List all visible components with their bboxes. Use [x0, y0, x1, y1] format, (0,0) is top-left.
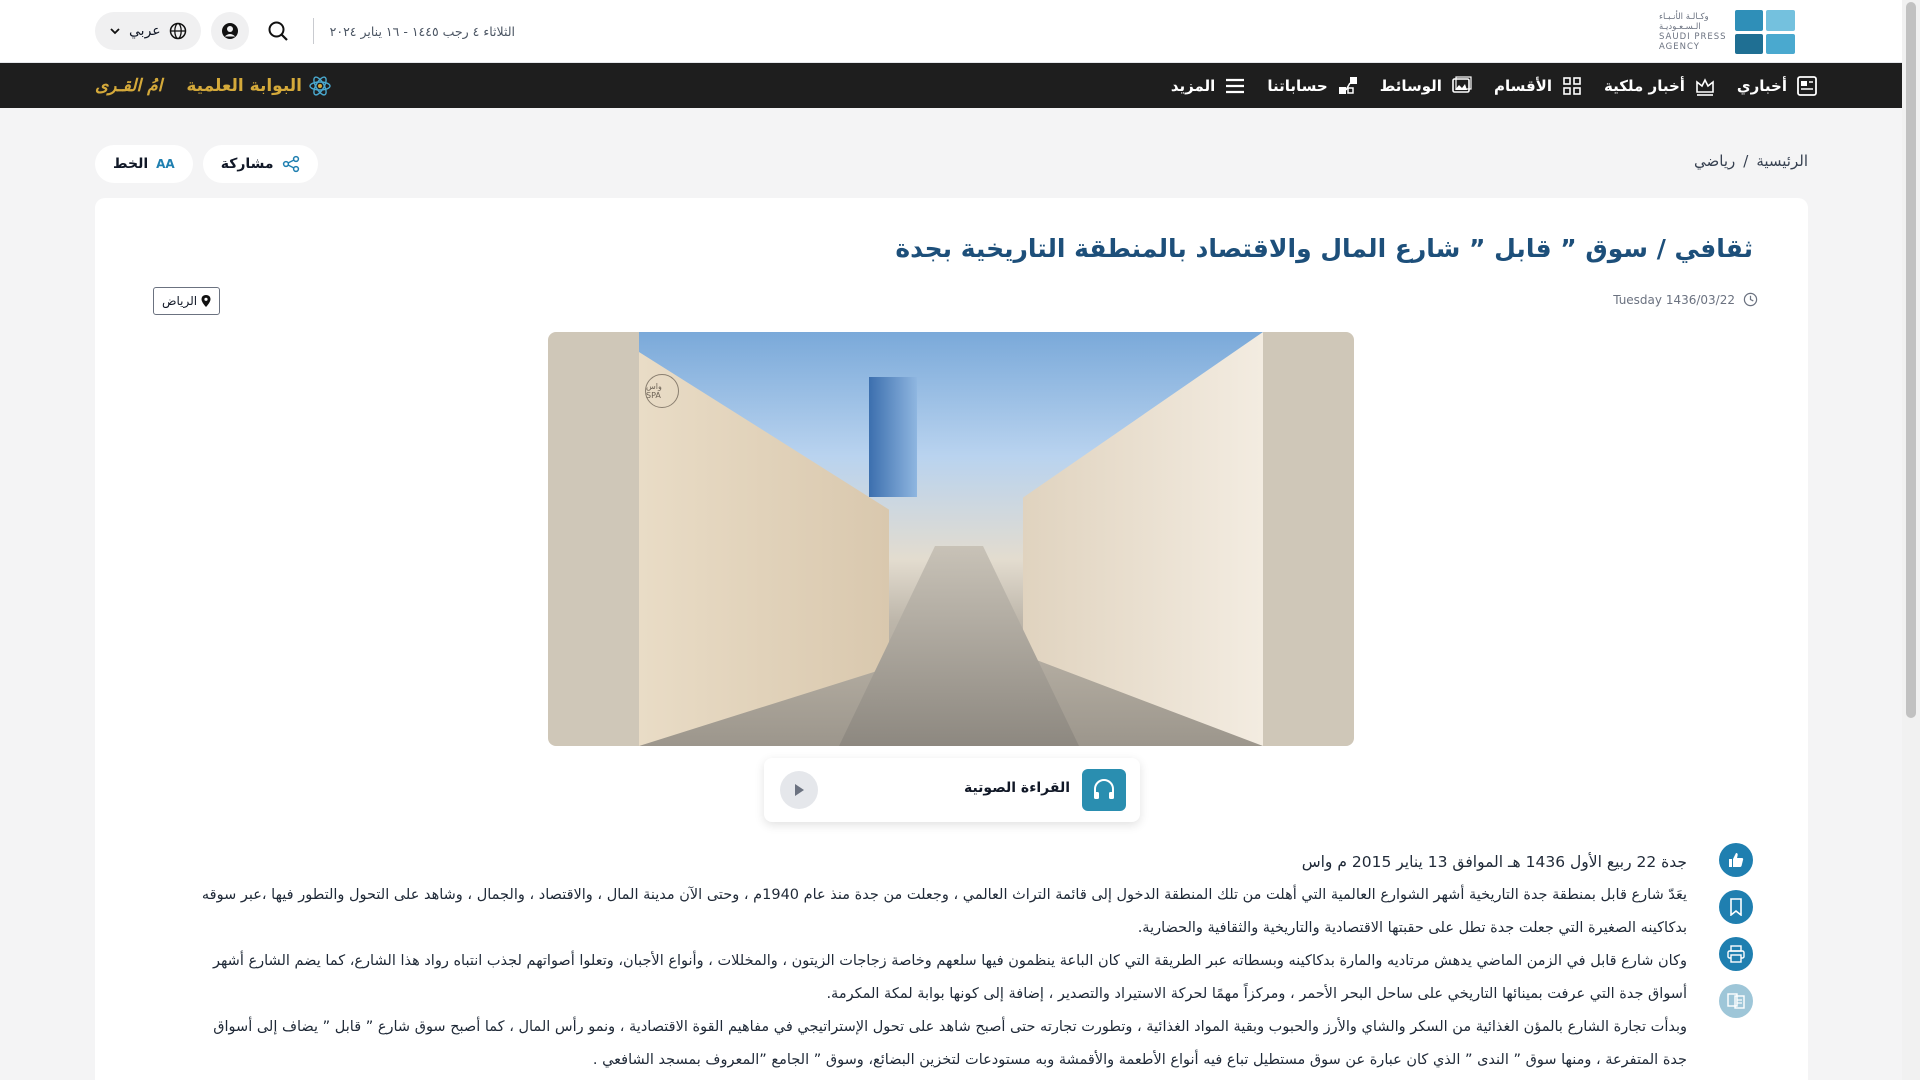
- scrollbar-thumb[interactable]: [1906, 2, 1916, 718]
- nav-item-media[interactable]: الوسائط: [1380, 74, 1474, 98]
- chevron-down-icon: [110, 28, 120, 35]
- scrollbar[interactable]: [1902, 0, 1920, 1080]
- spa-watermark: واس SPA: [645, 374, 679, 408]
- nav-label: حساباتنا: [1267, 76, 1328, 95]
- nav-item-sections[interactable]: الأقسام: [1494, 74, 1584, 98]
- article-tools: الخط AA مشاركة: [95, 145, 318, 183]
- article-title: ثقافي / سوق ” قابل ” شارع المال والاقتصا…: [895, 234, 1753, 263]
- user-icon: [221, 23, 238, 39]
- nav-menu: أخباري أخبار ملكية الأقسام الوسائط حسابا…: [1171, 63, 1819, 108]
- article-paragraph: وكان شارع قابل في الزمن الماضي يدهش مرتا…: [213, 953, 1687, 1002]
- divider: [312, 18, 314, 44]
- science-portal-label: البوابة العلمية: [186, 75, 302, 96]
- play-button[interactable]: [780, 771, 818, 809]
- article-dateline: جدة 22 ربيع الأول 1436 هـ الموافق 13 ينا…: [1301, 853, 1687, 871]
- translate-button[interactable]: [1719, 984, 1753, 1018]
- image-icon: [1452, 75, 1472, 93]
- bookmark-button[interactable]: [1719, 890, 1753, 924]
- nav-item-akhbari[interactable]: أخباري: [1737, 74, 1819, 98]
- photo-scene: واس SPA: [639, 332, 1263, 746]
- top-bar: وكـالـة الأنـبـاء الـسـعـوديـة SAUDI PRE…: [0, 0, 1920, 63]
- location-tag[interactable]: الرياض: [153, 287, 221, 315]
- font-size-button[interactable]: الخط AA: [95, 145, 193, 183]
- newspaper-icon: [1797, 75, 1817, 96]
- article-paragraph: وبدأت تجارة الشارع بالمؤن الغذائية من ال…: [213, 1019, 1687, 1068]
- share-icon: [282, 155, 299, 173]
- map-pin-icon: [201, 295, 211, 307]
- nav-label: أخبار ملكية: [1603, 76, 1685, 95]
- grid-icon: [1563, 76, 1581, 95]
- crown-news-icon: [1696, 77, 1714, 96]
- current-date: الثلاثاء ٤ رجب ١٤٤٥ - ١٦ يناير ٢٠٢٤: [329, 23, 516, 39]
- article-photo[interactable]: واس SPA: [548, 332, 1354, 746]
- partner-links: امُ القـرى البوابة العلمية: [95, 63, 332, 108]
- logo-line-en2: AGENCY: [1659, 42, 1700, 52]
- article-date: Tuesday 1436/03/22: [1613, 292, 1758, 307]
- translate-icon: [1727, 993, 1745, 1009]
- atom-icon: [309, 75, 331, 96]
- umm-alqura-link[interactable]: امُ القـرى: [95, 76, 162, 96]
- logo-text: وكـالـة الأنـبـاء الـسـعـوديـة SAUDI PRE…: [1659, 12, 1727, 52]
- audio-player: القراءة الصوتية: [764, 758, 1140, 822]
- nav-item-accounts[interactable]: حساباتنا: [1267, 74, 1359, 98]
- breadcrumb-section[interactable]: رياضي: [1694, 152, 1735, 170]
- language-label: عربي: [129, 23, 161, 39]
- photo-tower: [869, 377, 917, 497]
- main-nav: أخباري أخبار ملكية الأقسام الوسائط حسابا…: [0, 63, 1920, 108]
- menu-icon: [1226, 78, 1245, 93]
- article-date-text: Tuesday 1436/03/22: [1613, 292, 1735, 307]
- watermark-text: واس SPA: [646, 382, 662, 400]
- print-button[interactable]: [1719, 937, 1753, 971]
- nav-label: الأقسام: [1493, 76, 1552, 95]
- logo-line-en1: SAUDI PRESS: [1659, 32, 1727, 42]
- breadcrumb: الرئيسية / رياضي: [1694, 152, 1808, 170]
- article-actions: [1712, 843, 1760, 1018]
- account-button[interactable]: [210, 12, 249, 50]
- nav-item-royal-news[interactable]: أخبار ملكية: [1604, 74, 1717, 98]
- clock-icon: [1743, 292, 1758, 307]
- logo-line-ar1: وكـالـة الأنـبـاء: [1659, 12, 1709, 22]
- article-paragraph: يعَدّ شارع قابل بمنطقة جدة التاريخية أشه…: [201, 887, 1687, 936]
- search-button[interactable]: [259, 12, 297, 50]
- thumbs-up-icon: [1729, 853, 1744, 867]
- breadcrumb-separator: /: [1743, 152, 1749, 170]
- play-icon: [795, 784, 804, 796]
- audio-label: القراءة الصوتية: [963, 780, 1070, 796]
- article-body: جدة 22 ربيع الأول 1436 هـ الموافق 13 ينا…: [187, 846, 1687, 1077]
- nav-label: المزيد: [1170, 76, 1216, 95]
- headphones-icon: [1082, 769, 1126, 811]
- search-icon: [268, 21, 288, 41]
- spa-logo[interactable]: وكـالـة الأنـبـاء الـسـعـوديـة SAUDI PRE…: [1659, 8, 1809, 56]
- location-label: الرياض: [162, 294, 198, 308]
- nav-label: الوسائط: [1379, 76, 1442, 95]
- logo-mark-icon: [1734, 10, 1795, 54]
- like-button[interactable]: [1719, 843, 1753, 877]
- article-card: ثقافي / سوق ” قابل ” شارع المال والاقتصا…: [95, 198, 1808, 1080]
- breadcrumb-home[interactable]: الرئيسية: [1756, 152, 1808, 170]
- printer-icon: [1727, 945, 1745, 963]
- nav-item-more[interactable]: المزيد: [1171, 74, 1247, 98]
- photo-building-right: [1023, 332, 1263, 746]
- logo-line-ar2: الـسـعـوديـة: [1659, 22, 1701, 32]
- font-label: الخط: [113, 156, 149, 172]
- science-portal-link[interactable]: البوابة العلمية: [186, 74, 332, 98]
- globe-icon: [169, 22, 186, 40]
- umm-alqura-label: امُ القـرى: [95, 75, 163, 96]
- bookmark-icon: [1730, 898, 1742, 916]
- language-selector[interactable]: عربي: [95, 12, 201, 50]
- photo-building-left: [639, 352, 889, 746]
- font-size-icon: AA: [156, 157, 175, 171]
- share-button[interactable]: مشاركة: [202, 145, 318, 183]
- nav-label: أخباري: [1736, 76, 1787, 95]
- share-label: مشاركة: [220, 156, 274, 172]
- top-utilities: عربي الثلاثاء ٤ رجب ١٤٤٥ - ١٦ يناير ٢٠٢٤: [95, 12, 515, 50]
- network-icon: [1338, 76, 1357, 94]
